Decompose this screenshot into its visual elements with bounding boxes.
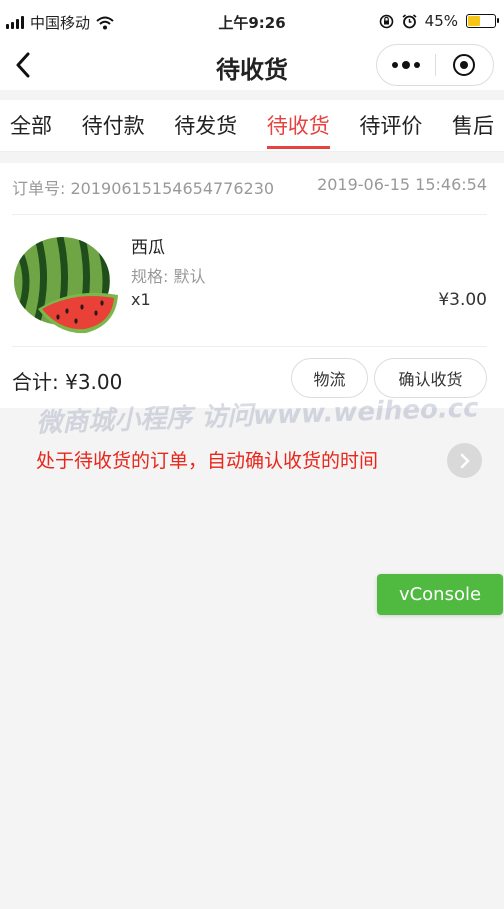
battery-fill — [468, 16, 480, 26]
order-header: 订单号: 20190615154654776230 2019-06-15 15:… — [12, 175, 487, 215]
product-spec: 规格: 默认 — [131, 267, 206, 286]
confirm-receipt-button[interactable]: 确认收货 — [374, 358, 487, 398]
product-quantity: x1 — [131, 290, 151, 309]
target-icon — [453, 54, 476, 76]
tab-0[interactable]: 全部 — [10, 100, 52, 150]
more-icon[interactable] — [377, 60, 435, 69]
product-item[interactable]: 西瓜 规格: 默认 x1 ¥3.00 — [12, 215, 487, 347]
status-right: 45% — [379, 12, 499, 30]
alarm-icon — [402, 13, 417, 28]
tab-5[interactable]: 售后 — [452, 100, 494, 150]
close-capsule-button[interactable] — [436, 54, 494, 76]
mini-program-capsule — [376, 44, 494, 86]
tab-4[interactable]: 待评价 — [359, 100, 422, 150]
rotation-lock-icon — [379, 14, 393, 28]
logistics-button[interactable]: 物流 — [291, 358, 368, 398]
vconsole-button[interactable]: vConsole — [377, 574, 503, 615]
side-arrow-button[interactable] — [447, 443, 482, 478]
annotation-text: 处于待收货的订单，自动确认收货的时间 — [36, 450, 379, 472]
tab-2[interactable]: 待发货 — [174, 100, 237, 150]
battery-percent: 45% — [424, 12, 458, 30]
product-name: 西瓜 — [131, 238, 165, 258]
tab-1[interactable]: 待付款 — [82, 100, 145, 150]
order-tabs: 全部 待付款 待发货 待收货 待评价 售后 — [0, 100, 504, 152]
tab-3[interactable]: 待收货 — [266, 100, 330, 150]
battery-icon — [466, 14, 499, 28]
status-bar: 中国移动 上午9:26 45% — [0, 0, 504, 40]
order-datetime: 2019-06-15 15:46:54 — [317, 175, 487, 194]
order-card[interactable]: 订单号: 20190615154654776230 2019-06-15 15:… — [0, 163, 504, 408]
product-price: ¥3.00 — [438, 290, 487, 310]
product-image — [14, 237, 118, 334]
order-number: 订单号: 20190615154654776230 — [12, 179, 275, 198]
order-total: 合计: ¥3.00 — [12, 370, 123, 394]
nav-bar: 待收货 — [0, 40, 504, 90]
chevron-right-icon — [460, 453, 470, 468]
